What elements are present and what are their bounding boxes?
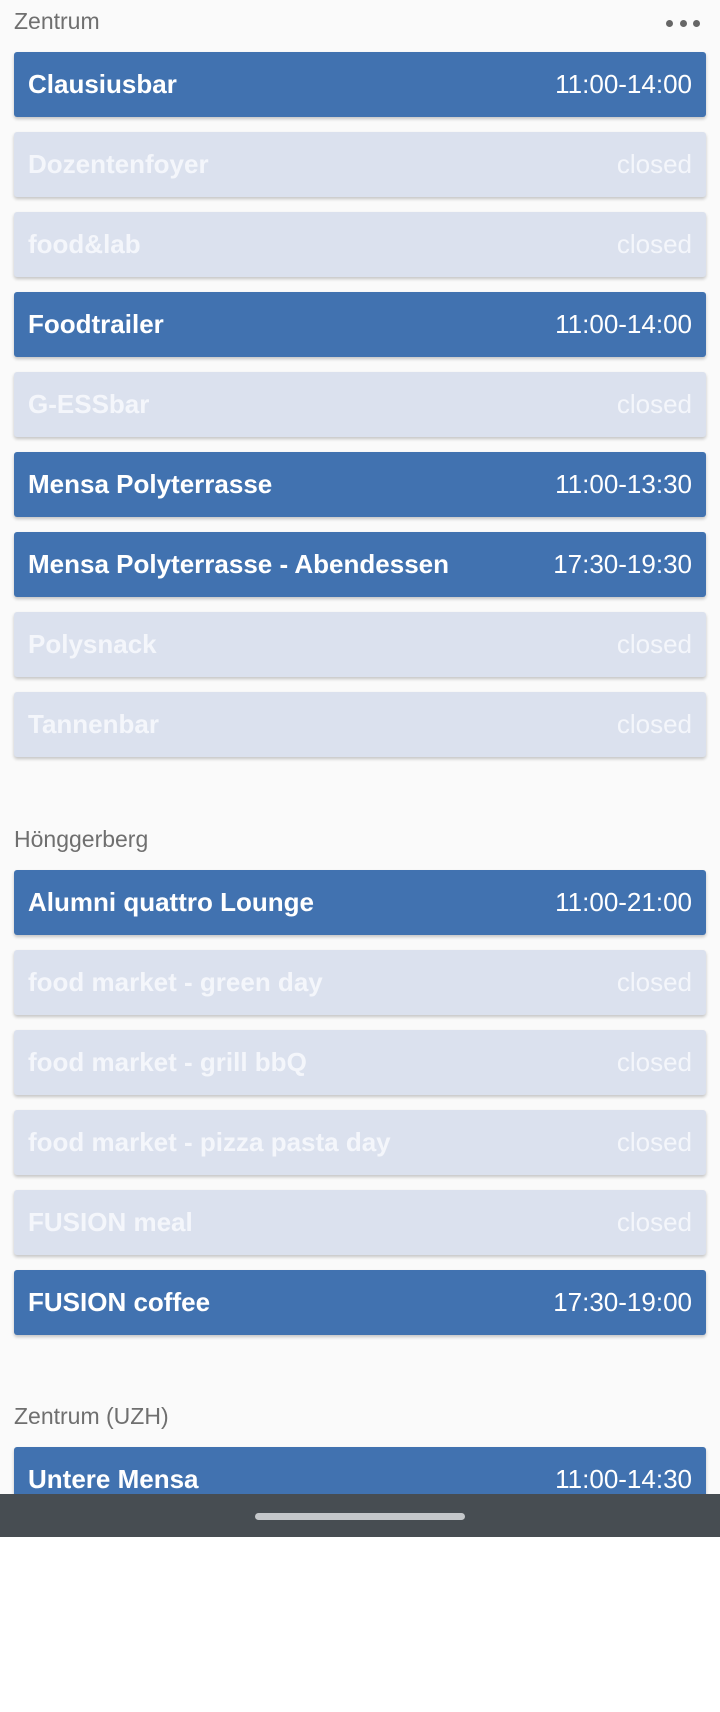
canteen-hours: closed	[616, 1047, 692, 1077]
canteen-name: food market - pizza pasta day	[28, 1127, 391, 1157]
canteen-row-tannenbar[interactable]: Tannenbar closed	[14, 692, 706, 757]
canteen-row-fusion-coffee[interactable]: FUSION coffee 17:30-19:00	[14, 1270, 706, 1335]
more-options-icon[interactable]	[666, 12, 700, 34]
canteen-hours: 11:00-14:00	[555, 309, 692, 339]
canteen-row-food-lab[interactable]: food&lab closed	[14, 212, 706, 277]
canteen-name: Mensa Polyterrasse	[28, 469, 273, 499]
section-header-zentrum: Zentrum	[14, 8, 100, 34]
dot	[679, 19, 687, 27]
canteen-hours: closed	[616, 389, 692, 419]
system-navigation-bar	[0, 1494, 720, 1537]
canteen-name: Tannenbar	[28, 709, 159, 739]
canteen-hours: 11:00-14:00	[555, 69, 692, 99]
canteen-name: FUSION coffee	[28, 1287, 211, 1317]
canteen-row-polysnack[interactable]: Polysnack closed	[14, 612, 706, 677]
canteen-name: Foodtrailer	[28, 309, 164, 339]
canteen-hours: closed	[616, 1127, 692, 1157]
canteen-hours: 17:30-19:30	[553, 549, 692, 579]
canteen-hours: closed	[616, 149, 692, 179]
canteen-hours: 11:00-21:00	[555, 887, 692, 917]
canteen-name: food market - grill bbQ	[28, 1047, 307, 1077]
app-screen: Zentrum Clausiusbar 11:00-14:00 Dozenten…	[0, 0, 720, 1537]
home-gesture-handle[interactable]	[255, 1513, 465, 1520]
canteen-row-fusion-meal[interactable]: FUSION meal closed	[14, 1190, 706, 1255]
canteen-hours: closed	[616, 229, 692, 259]
canteen-row-dozentenfoyer[interactable]: Dozentenfoyer closed	[14, 132, 706, 197]
canteen-name: Alumni quattro Lounge	[28, 887, 314, 917]
canteen-row-g-essbar[interactable]: G-ESSbar closed	[14, 372, 706, 437]
canteen-name: food&lab	[28, 229, 141, 259]
section-header-zentrum-uzh: Zentrum (UZH)	[14, 1403, 169, 1429]
canteen-row-alumni-quattro-lounge[interactable]: Alumni quattro Lounge 11:00-21:00	[14, 870, 706, 935]
canteen-hours: 11:00-14:30	[555, 1464, 692, 1494]
canteen-name: G-ESSbar	[28, 389, 150, 419]
canteen-hours: closed	[616, 1207, 692, 1237]
canteen-row-clausiusbar[interactable]: Clausiusbar 11:00-14:00	[14, 52, 706, 117]
canteen-row-food-market-pizza-pasta-day[interactable]: food market - pizza pasta day closed	[14, 1110, 706, 1175]
canteen-row-mensa-polyterrasse[interactable]: Mensa Polyterrasse 11:00-13:30	[14, 452, 706, 517]
canteen-name: Dozentenfoyer	[28, 149, 209, 179]
canteen-hours: 17:30-19:00	[553, 1287, 692, 1317]
canteen-row-food-market-green-day[interactable]: food market - green day closed	[14, 950, 706, 1015]
canteen-name: FUSION meal	[28, 1207, 193, 1237]
canteen-hours: 11:00-13:30	[555, 469, 692, 499]
dot	[693, 19, 700, 27]
canteen-name: Mensa Polyterrasse - Abendessen	[28, 549, 449, 579]
dot	[666, 19, 673, 27]
canteen-name: food market - green day	[28, 967, 323, 997]
section-header-honggerberg: Hönggerberg	[14, 826, 149, 852]
canteen-name: Clausiusbar	[28, 69, 177, 99]
canteen-name: Untere Mensa	[28, 1464, 199, 1494]
canteen-row-mensa-polyterrasse-abendessen[interactable]: Mensa Polyterrasse - Abendessen 17:30-19…	[14, 532, 706, 597]
canteen-name: Polysnack	[28, 629, 157, 659]
canteen-row-food-market-grill-bbq[interactable]: food market - grill bbQ closed	[14, 1030, 706, 1095]
canteen-hours: closed	[616, 967, 692, 997]
canteen-hours: closed	[616, 629, 692, 659]
canteen-hours: closed	[616, 709, 692, 739]
canteen-row-foodtrailer[interactable]: Foodtrailer 11:00-14:00	[14, 292, 706, 357]
